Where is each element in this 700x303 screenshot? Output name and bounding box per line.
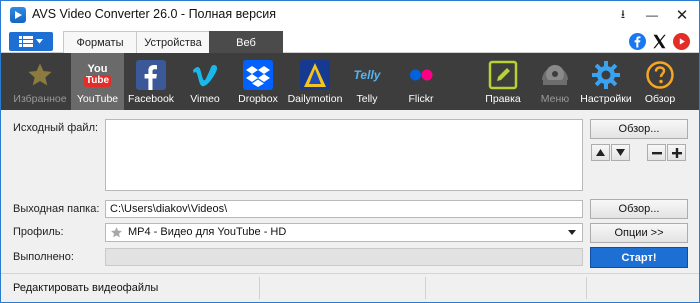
facebook-icon[interactable] [629,33,646,50]
move-down-button[interactable] [611,144,630,161]
close-button[interactable]: ✕ [668,1,696,29]
chevron-down-icon [568,230,576,235]
edit-icon [488,60,518,90]
move-up-button[interactable] [591,144,610,161]
toolbar-facebook[interactable]: Facebook [125,53,177,110]
toolbar-dailymotion-label: Dailymotion [287,93,343,105]
toolbar-help-label: Обзор [644,93,676,105]
tab-web[interactable]: Веб [209,31,283,54]
youtube-logo-you: You [87,63,108,75]
source-file-label: Исходный файл: [13,122,99,134]
browse-source-button[interactable]: Обзор... [590,119,688,139]
profile-label: Профиль: [13,226,64,238]
output-folder-label: Выходная папка: [13,203,100,215]
toolbar-edit-label: Правка [485,93,521,105]
tab-devices[interactable]: Устройства [136,31,210,53]
status-text: Редактировать видеофайлы [13,282,159,294]
disc-menu-icon [542,65,568,85]
gear-icon [592,61,620,89]
title-bar: AVS Video Converter 26.0 - Полная версия… [1,1,699,29]
toolbar-dailymotion[interactable]: Dailymotion [284,53,346,110]
progress-bar [105,248,583,266]
options-button[interactable]: Опции >> [590,223,688,243]
help-icon [646,61,674,89]
app-window: AVS Video Converter 26.0 - Полная версия… [0,0,700,303]
start-button[interactable]: Старт! [590,247,688,268]
dailymotion-icon [300,60,330,90]
main-menu-button[interactable] [9,32,53,51]
toolbar-favorites-label: Избранное [13,93,67,105]
source-file-list[interactable] [105,119,583,191]
toolbar-facebook-label: Facebook [127,93,175,105]
progress-label: Выполнено: [13,251,74,263]
toolbar-vimeo-label: Vimeo [190,93,220,105]
add-file-button[interactable] [667,144,686,161]
status-separator [425,277,426,299]
dropbox-icon [243,60,273,90]
star-icon [28,63,52,86]
toolbar-disc-menu[interactable]: Меню [533,53,577,110]
facebook-icon [136,60,166,90]
flickr-icon [410,69,433,81]
youtube-icon[interactable] [673,33,690,50]
tab-formats[interactable]: Форматы [63,31,137,53]
plus-icon [671,147,682,158]
toolbar-settings[interactable]: Настройки [578,53,634,110]
status-separator [259,277,260,299]
toolbar-help[interactable]: Обзор [639,53,681,110]
browse-output-button[interactable]: Обзор... [590,199,688,219]
toolbar-disc-menu-label: Меню [540,93,570,105]
download-icon[interactable]: ⭳ [609,1,637,29]
toolbar-youtube-label: YouTube [76,93,119,105]
tab-strip: Форматы Устройства Веб [1,29,699,54]
toolbar: Избранное You Tube YouTube Facebook Vime… [1,53,699,110]
x-icon[interactable] [651,33,668,50]
star-icon [111,227,122,238]
menu-list-icon [19,36,33,47]
chevron-down-icon [36,39,43,44]
main-panel: Исходный файл: Обзор... Выходная папка: … [1,110,699,270]
profile-dropdown[interactable]: MP4 - Видео для YouTube - HD [105,223,583,242]
toolbar-telly-label: Telly [356,93,378,105]
toolbar-favorites[interactable]: Избранное [9,53,71,110]
youtube-icon: You Tube [83,60,113,90]
toolbar-telly[interactable]: Telly Telly [347,53,387,110]
window-title: AVS Video Converter 26.0 - Полная версия [32,7,277,21]
output-folder-field[interactable]: C:\Users\diakov\Videos\ [105,200,583,218]
status-separator [586,277,587,299]
profile-value: MP4 - Видео для YouTube - HD [128,226,287,238]
toolbar-dropbox-label: Dropbox [238,93,278,105]
arrow-up-icon [596,149,605,156]
toolbar-dropbox[interactable]: Dropbox [233,53,283,110]
telly-icon: Telly [353,68,381,82]
toolbar-settings-label: Настройки [580,93,632,105]
toolbar-flickr[interactable]: Flickr [399,53,443,110]
toolbar-edit[interactable]: Правка [481,53,525,110]
app-logo-icon [10,7,26,23]
status-bar: Редактировать видеофайлы [1,273,699,302]
toolbar-youtube[interactable]: You Tube YouTube [71,53,124,110]
minimize-button[interactable]: — [638,1,666,29]
arrow-down-icon [616,149,625,156]
toolbar-flickr-label: Flickr [408,93,434,105]
minus-icon [651,151,662,154]
vimeo-icon [193,65,218,87]
remove-file-button[interactable] [647,144,666,161]
toolbar-vimeo[interactable]: Vimeo [181,53,229,110]
youtube-logo-tube: Tube [83,75,112,87]
